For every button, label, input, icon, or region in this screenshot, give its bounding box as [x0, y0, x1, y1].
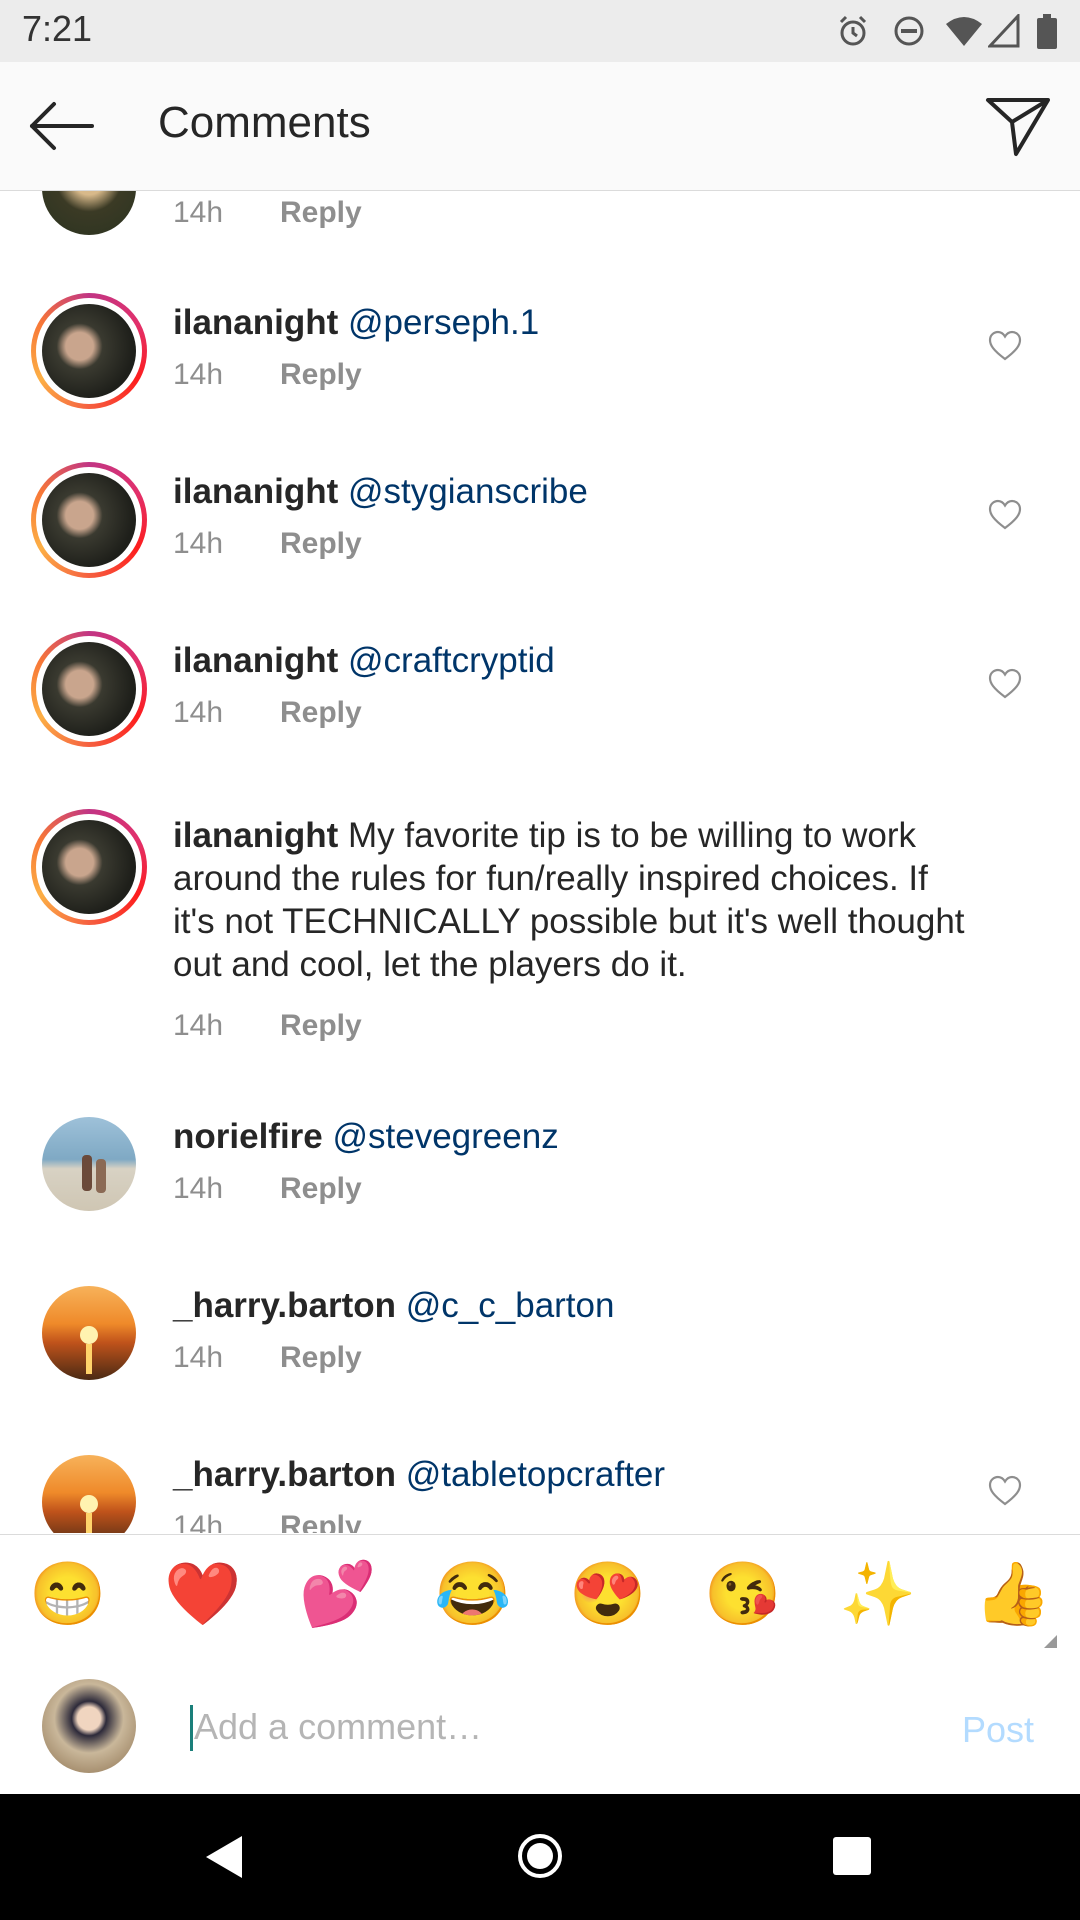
- heart-icon[interactable]: [988, 330, 1022, 362]
- comment-mention[interactable]: @stevegreenz: [333, 1117, 559, 1156]
- emoji-red-heart[interactable]: ❤️: [163, 1555, 243, 1635]
- reply-button[interactable]: Reply: [280, 358, 362, 391]
- avatar[interactable]: [42, 304, 136, 398]
- story-ring[interactable]: [31, 631, 147, 747]
- signal-icon: [988, 14, 1020, 48]
- story-ring[interactable]: [31, 809, 147, 925]
- comment-time: 14h: [173, 1341, 224, 1374]
- comment-username[interactable]: _harry.barton: [173, 1286, 396, 1325]
- comment-mention[interactable]: @tabletopcrafter: [406, 1455, 665, 1494]
- comment-time: 14h: [173, 1009, 224, 1042]
- emoji-quick-bar: 😁 ❤️ 💕 😂 😍 😘 ✨ 👍: [0, 1534, 1080, 1662]
- comment-item: _harry.barton @tabletopcrafter 14h Reply: [0, 1453, 1080, 1533]
- comments-list[interactable]: 14h Reply ilananight @perseph.1 14h Reply …: [0, 191, 1080, 1533]
- skin-tone-indicator-icon: [1044, 1635, 1057, 1648]
- comment-mention[interactable]: @c_c_barton: [406, 1286, 615, 1325]
- reply-button[interactable]: Reply: [280, 196, 362, 229]
- comment-item: norielfire @stevegreenz 14h Reply: [0, 1115, 1080, 1235]
- comment-item: ilananight @perseph.1 14h Reply: [0, 293, 1080, 413]
- comment-username[interactable]: ilananight: [173, 816, 338, 855]
- emoji-grinning[interactable]: 😁: [28, 1555, 108, 1635]
- comment-time: 14h: [173, 358, 224, 391]
- comment-item: 14h Reply: [0, 191, 1080, 251]
- avatar[interactable]: [42, 642, 136, 736]
- comment-username[interactable]: _harry.barton: [173, 1455, 396, 1494]
- reply-button[interactable]: Reply: [280, 1172, 362, 1205]
- emoji-sparkles[interactable]: ✨: [838, 1555, 918, 1635]
- alarm-icon: [839, 15, 867, 46]
- comment-mention[interactable]: @stygianscribe: [348, 472, 588, 511]
- post-button[interactable]: Post: [962, 1709, 1034, 1751]
- status-time: 7:21: [22, 8, 93, 49]
- comment-item: _harry.barton @c_c_barton 14h Reply: [0, 1284, 1080, 1404]
- battery-icon: [1037, 14, 1057, 49]
- recents-square-icon[interactable]: [832, 1836, 872, 1876]
- home-circle-icon[interactable]: [516, 1832, 564, 1880]
- avatar[interactable]: [42, 820, 136, 914]
- comment-username[interactable]: ilananight: [173, 472, 338, 511]
- comment-time: 14h: [173, 527, 224, 560]
- comment-mention[interactable]: @craftcryptid: [348, 641, 555, 680]
- comment-composer: Post: [0, 1661, 1080, 1794]
- page-title: Comments: [158, 98, 371, 147]
- comment-item: ilananight @stygianscribe 14h Reply: [0, 462, 1080, 582]
- emoji-heart-eyes[interactable]: 😍: [568, 1555, 648, 1635]
- wifi-icon: [946, 17, 982, 46]
- my-avatar[interactable]: [42, 1679, 136, 1773]
- heart-icon[interactable]: [988, 499, 1022, 531]
- comment-username[interactable]: ilananight: [173, 641, 338, 680]
- status-bar: 7:21: [0, 0, 1080, 62]
- avatar[interactable]: [42, 1286, 136, 1380]
- comment-item: ilananight My favorite tip is to be will…: [0, 809, 1080, 1049]
- reply-button[interactable]: Reply: [280, 1009, 362, 1042]
- story-ring[interactable]: [31, 293, 147, 409]
- system-nav-bar: [0, 1794, 1080, 1920]
- reply-button[interactable]: Reply: [280, 1510, 362, 1533]
- comment-item: ilananight @craftcryptid 14h Reply: [0, 631, 1080, 751]
- emoji-tears-of-joy[interactable]: 😂: [433, 1555, 513, 1635]
- emoji-thumbs-up[interactable]: 👍: [973, 1555, 1053, 1635]
- comment-time: 14h: [173, 1510, 224, 1533]
- avatar[interactable]: [42, 191, 136, 235]
- comment-username[interactable]: norielfire: [173, 1117, 323, 1156]
- comment-username[interactable]: ilananight: [173, 303, 338, 342]
- comment-time: 14h: [173, 1172, 224, 1205]
- reply-button[interactable]: Reply: [280, 696, 362, 729]
- back-triangle-icon[interactable]: [204, 1834, 244, 1880]
- heart-icon[interactable]: [988, 1475, 1022, 1507]
- comment-input[interactable]: [192, 1697, 936, 1757]
- do-not-disturb-icon: [894, 16, 924, 46]
- back-button[interactable]: [28, 100, 98, 152]
- comment-mention[interactable]: @perseph.1: [348, 303, 539, 342]
- heart-icon[interactable]: [988, 668, 1022, 700]
- comment-time: 14h: [173, 196, 224, 229]
- share-button[interactable]: [984, 92, 1054, 158]
- comment-time: 14h: [173, 696, 224, 729]
- avatar[interactable]: [42, 1455, 136, 1533]
- reply-button[interactable]: Reply: [280, 1341, 362, 1374]
- emoji-two-hearts[interactable]: 💕: [298, 1555, 378, 1635]
- emoji-kiss[interactable]: 😘: [703, 1555, 783, 1635]
- story-ring[interactable]: [31, 462, 147, 578]
- avatar[interactable]: [42, 1117, 136, 1211]
- header: Comments: [0, 62, 1080, 191]
- avatar[interactable]: [42, 473, 136, 567]
- reply-button[interactable]: Reply: [280, 527, 362, 560]
